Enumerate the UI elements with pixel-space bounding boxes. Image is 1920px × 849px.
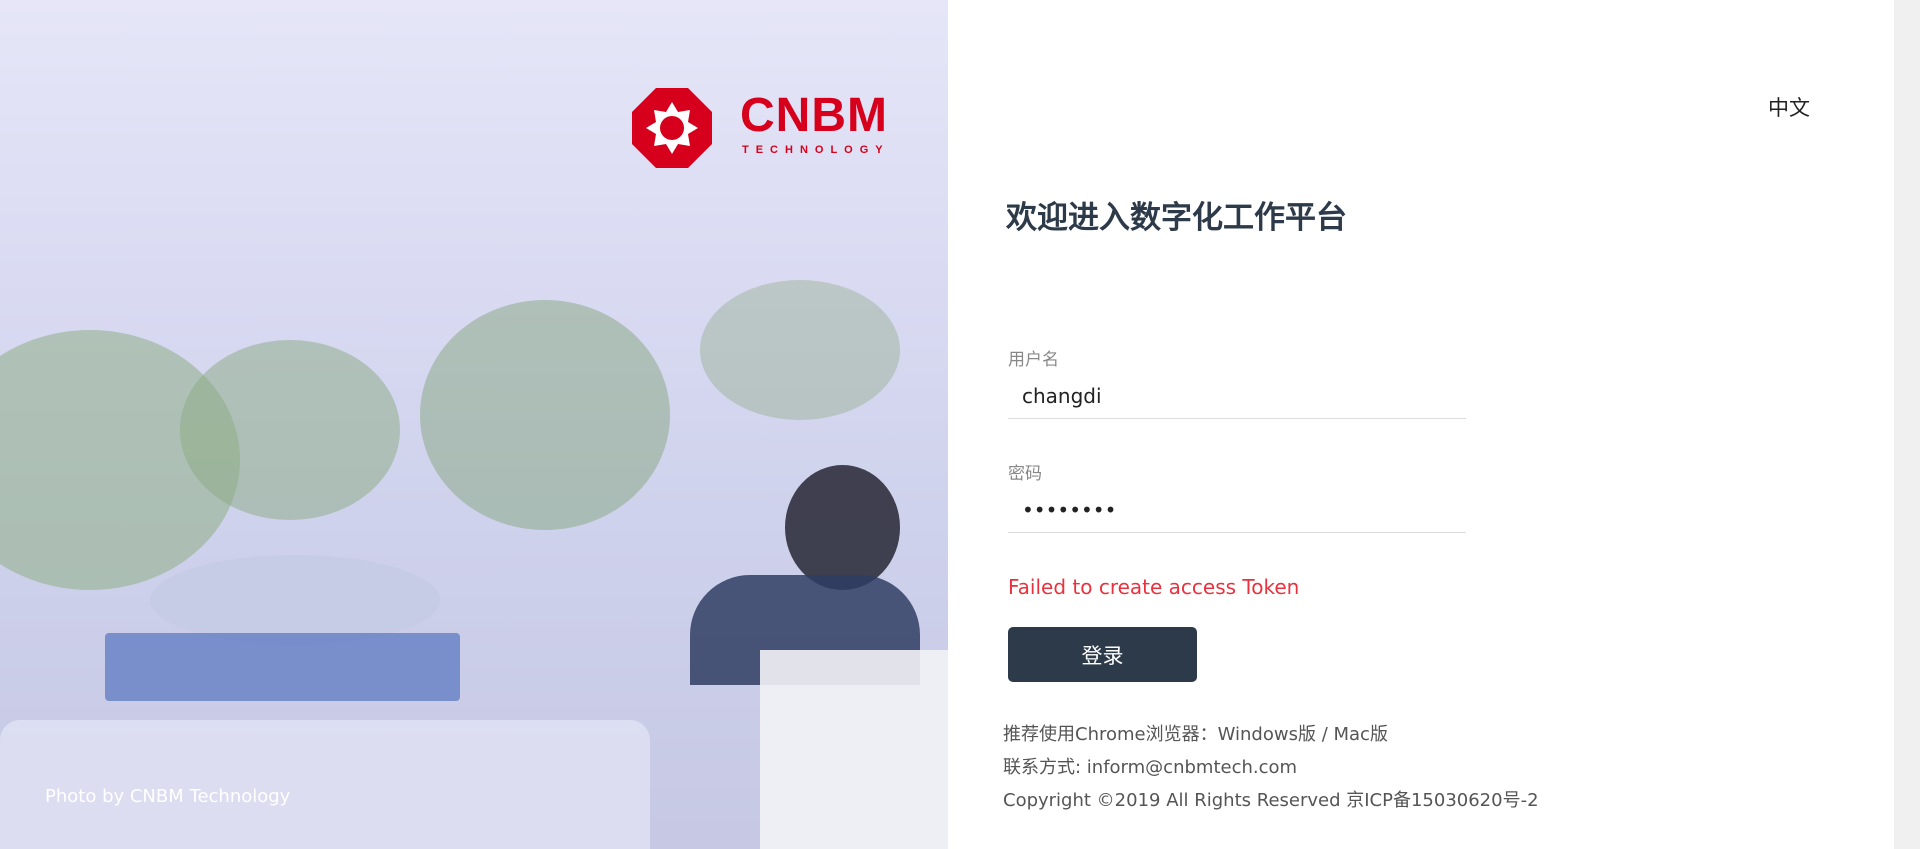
login-panel: 中文 欢迎进入数字化工作平台 用户名 密码 Failed to create a… [948, 0, 1894, 849]
windows-download-link[interactable]: Windows版 [1218, 724, 1316, 745]
username-input[interactable] [1008, 380, 1466, 419]
footer: 推荐使用Chrome浏览器：Windows版 / Mac版 联系方式: info… [1003, 718, 1539, 817]
photo-plant-shape [420, 300, 670, 530]
photo-plant-shape [180, 340, 400, 520]
photo-cushion-shape [150, 555, 440, 645]
password-input[interactable] [1008, 494, 1466, 533]
username-label: 用户名 [1008, 350, 1059, 370]
photo-papers-shape [760, 650, 948, 849]
cnbm-logo: CNBM TECHNOLOGY [632, 88, 892, 168]
password-field: 密码 [1008, 459, 1466, 533]
photo-person-shape [785, 465, 900, 590]
link-separator: / [1315, 724, 1334, 745]
mac-download-link[interactable]: Mac版 [1333, 724, 1387, 745]
cnbm-octagon-icon [632, 88, 712, 168]
contact-email-link[interactable]: inform@cnbmtech.com [1087, 757, 1297, 778]
logo-wordmark: CNBM [740, 89, 888, 142]
browser-prefix: 推荐使用Chrome浏览器： [1003, 724, 1218, 745]
page-title: 欢迎进入数字化工作平台 [1006, 200, 1347, 236]
photo-desk-shape [0, 720, 650, 849]
contact-prefix: 联系方式: [1003, 757, 1087, 778]
error-message: Failed to create access Token [1008, 575, 1300, 599]
contact-info: 联系方式: inform@cnbmtech.com [1003, 751, 1539, 784]
copyright: Copyright ©2019 All Rights Reserved 京ICP… [1003, 790, 1539, 811]
photo-credit: Photo by CNBM Technology [45, 786, 291, 807]
background-photo: CNBM TECHNOLOGY Photo by CNBM Technology [0, 0, 948, 849]
language-switch[interactable]: 中文 [1768, 92, 1810, 122]
login-button[interactable]: 登录 [1008, 627, 1197, 682]
photo-binder-shape [105, 633, 460, 701]
password-label: 密码 [1008, 464, 1042, 484]
photo-plant-shape [700, 280, 900, 420]
logo-subtitle: TECHNOLOGY [742, 144, 890, 156]
username-field: 用户名 [1008, 345, 1466, 419]
scrollbar-track[interactable] [1894, 0, 1920, 849]
browser-recommendation: 推荐使用Chrome浏览器：Windows版 / Mac版 [1003, 718, 1539, 751]
